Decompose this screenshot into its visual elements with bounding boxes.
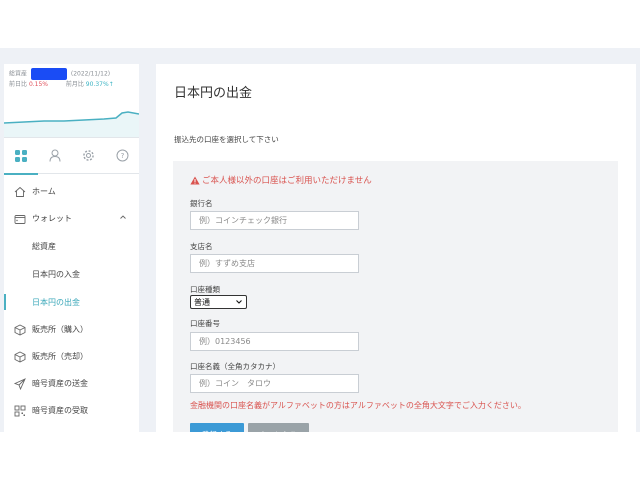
sidebar-item-label: ウォレット [32, 214, 72, 223]
user-icon [49, 149, 61, 162]
asset-date: (2022/11/12) [70, 70, 111, 78]
bank-name-label: 銀行名 [190, 199, 213, 208]
sidebar: 総資産 (2022/11/12) 前日比 0.15% 前月比 90.37%↑ ?… [4, 64, 139, 432]
app-background: 総資産 (2022/11/12) 前日比 0.15% 前月比 90.37%↑ ?… [0, 48, 640, 432]
sidebar-subitem-total-assets[interactable]: 総資産 [4, 232, 139, 260]
page-title: 日本円の出金 [174, 86, 253, 101]
tab-account[interactable] [38, 138, 72, 174]
day-change-value: 0.15% [28, 81, 48, 88]
sidebar-subitem-jpy-withdraw[interactable]: 日本円の出金 [4, 288, 139, 316]
warning-triangle-icon [190, 176, 200, 184]
sidebar-item-send[interactable]: 暗号資産の送金 [4, 370, 139, 397]
wallet-icon [14, 213, 26, 225]
sidebar-item-receive[interactable]: 暗号資産の受取 [4, 397, 139, 424]
send-plane-icon [14, 377, 26, 390]
sidebar-item-home[interactable]: ホーム [4, 178, 139, 205]
bank-account-form: ご本人様以外の口座はご利用いただけません 銀行名 支店名 口座種類 普通 口座番… [173, 161, 618, 432]
account-type-label: 口座種類 [190, 285, 220, 294]
month-change-value: 90.37%↑ [85, 81, 114, 88]
account-holder-label: 口座名義（全角カタカナ） [190, 362, 280, 371]
asset-change-line: 前日比 0.15% 前月比 90.37%↑ [9, 80, 134, 90]
sidebar-item-label: 暗号資産の受取 [32, 406, 88, 415]
warning-message: ご本人様以外の口座はご利用いただけません [190, 174, 372, 186]
chevron-down-icon [236, 300, 242, 304]
cube-icon [14, 350, 26, 363]
alphabet-name-note: 金融機関の口座名義がアルファベットの方はアルファベットの全角大文字でご入力くださ… [190, 401, 526, 410]
main-panel: 日本円の出金 振込先の口座を選択して下さい ご本人様以外の口座はご利用いただけま… [156, 64, 636, 432]
sidebar-item-wallet[interactable]: ウォレット [4, 205, 139, 232]
sidebar-nav: ホーム ウォレット 総資産 日本円の入金 日本円の出金 販売所（購入） 販売所（… [4, 174, 139, 424]
tab-help[interactable]: ? [105, 138, 139, 174]
warning-text: ご本人様以外の口座はご利用いただけません [202, 176, 372, 186]
asset-total-line: 総資産 (2022/11/12) [9, 68, 134, 80]
home-grid-icon [14, 149, 27, 162]
account-number-input[interactable] [190, 332, 359, 351]
branch-name-label: 支店名 [190, 242, 213, 251]
cancel-button[interactable]: キャンセル [248, 423, 309, 432]
chevron-up-icon [120, 215, 126, 219]
cube-icon [14, 323, 26, 336]
sidebar-item-label: 販売所（売却） [32, 352, 88, 361]
sidebar-tabs: ? [4, 138, 139, 175]
redacted-amount [30, 68, 67, 80]
asset-label: 総資産 [9, 70, 28, 78]
asset-summary: 総資産 (2022/11/12) 前日比 0.15% 前月比 90.37%↑ [4, 64, 139, 138]
house-icon [14, 186, 26, 198]
month-change-label: 前月比 [65, 81, 84, 88]
day-change-label: 前日比 [9, 81, 28, 88]
sidebar-item-label: ホーム [32, 187, 56, 196]
sidebar-item-label: 暗号資産の送金 [32, 379, 88, 388]
account-number-label: 口座番号 [190, 319, 220, 328]
qr-code-icon [14, 405, 26, 417]
sidebar-item-label: 販売所（購入） [32, 325, 88, 334]
account-type-select[interactable]: 普通 [190, 295, 247, 309]
gear-icon [83, 150, 94, 161]
sidebar-item-sell[interactable]: 販売所（売却） [4, 343, 139, 370]
account-type-value: 普通 [194, 297, 210, 307]
help-icon: ? [116, 149, 129, 162]
tab-menu[interactable] [4, 138, 38, 175]
branch-name-input[interactable] [190, 254, 359, 273]
page-subtitle: 振込先の口座を選択して下さい [174, 135, 279, 144]
sidebar-subitem-jpy-deposit[interactable]: 日本円の入金 [4, 260, 139, 288]
svg-text:?: ? [120, 152, 124, 160]
sidebar-item-buy[interactable]: 販売所（購入） [4, 316, 139, 343]
asset-sparkline [4, 111, 139, 137]
account-holder-input[interactable] [190, 374, 359, 393]
tab-settings[interactable] [72, 138, 106, 174]
bank-name-input[interactable] [190, 211, 359, 230]
register-button[interactable]: 登録する [190, 423, 244, 432]
